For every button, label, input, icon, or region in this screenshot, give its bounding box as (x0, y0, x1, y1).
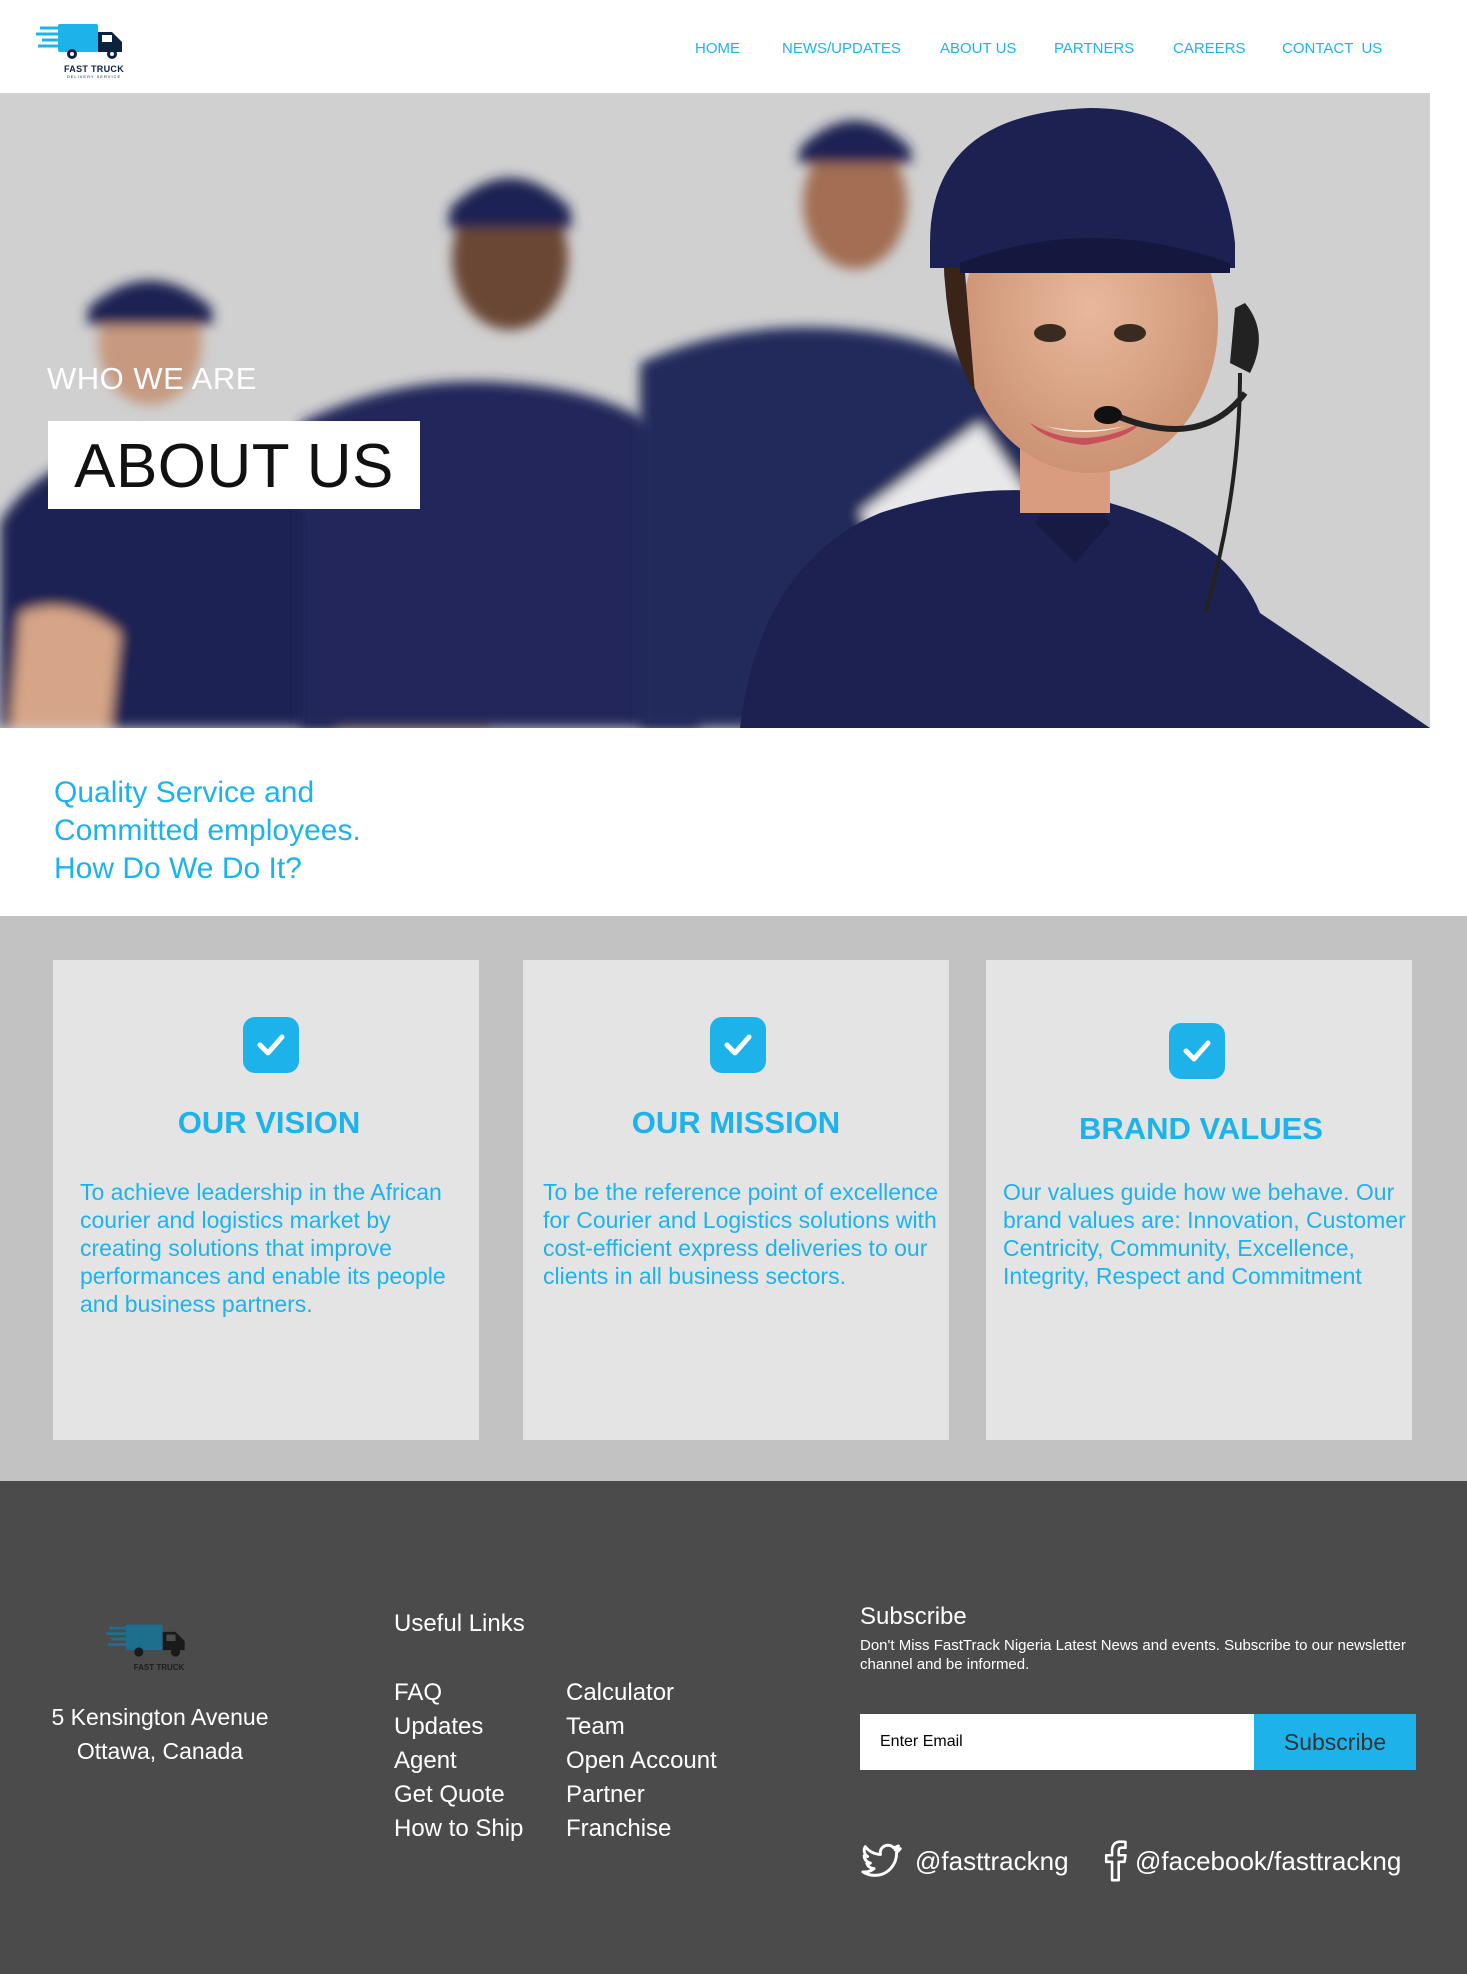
facebook-link[interactable]: @facebook/fasttrackng (1100, 1838, 1420, 1886)
intro-line-3: How Do We Do It? (54, 852, 302, 885)
hero-title-box: ABOUT US (48, 421, 420, 509)
intro-line-1: Quality Service and (54, 776, 315, 809)
brand-logo-subtext: DELIVERY SERVICE (66, 74, 122, 79)
footer-address-line-1: 5 Kensington Avenue (51, 1704, 269, 1730)
footer-link-how-to-ship[interactable]: How to Ship (394, 1815, 523, 1843)
footer-logo-text: FAST TRUCK (133, 1663, 185, 1672)
useful-links-title: Useful Links (394, 1610, 525, 1637)
site-header: FAST TRUCK DELIVERY SERVICE HOME NEWS/UP… (0, 0, 1467, 93)
nav-news-updates[interactable]: NEWS/UPDATES (782, 40, 901, 57)
nav-home[interactable]: HOME (695, 40, 740, 57)
subscribe-title: Subscribe (860, 1603, 967, 1630)
twitter-handle: @fasttrackng (915, 1846, 1069, 1876)
intro-section: Quality Service and Committed employees.… (0, 728, 1467, 916)
footer-logo[interactable]: FAST TRUCK (100, 1619, 218, 1679)
hero-title: ABOUT US (74, 432, 394, 501)
hero-eyebrow: WHO WE ARE (47, 361, 257, 396)
subscribe-button[interactable]: Subscribe (1254, 1714, 1416, 1770)
card-vision-title: OUR VISION (177, 1105, 361, 1140)
card-mission: OUR MISSION To be the reference point of… (523, 960, 949, 1440)
site-footer: FAST TRUCK 5 Kensington Avenue Ottawa, C… (0, 1481, 1467, 1974)
footer-link-get-quote[interactable]: Get Quote (394, 1781, 505, 1809)
card-brand-values-body: Our values guide how we behave. Our bran… (1003, 1179, 1406, 1289)
card-brand-values-title: BRAND VALUES (1079, 1111, 1323, 1146)
brand-logo-text: FAST TRUCK (64, 64, 124, 74)
nav-contact-us[interactable]: CONTACT US (1282, 40, 1382, 57)
card-vision-body: To achieve leadership in the African cou… (80, 1179, 446, 1317)
footer-link-franchise[interactable]: Franchise (566, 1815, 671, 1843)
footer-link-updates[interactable]: Updates (394, 1713, 483, 1741)
footer-link-calculator[interactable]: Calculator (566, 1679, 674, 1707)
nav-careers[interactable]: CAREERS (1173, 40, 1246, 57)
footer-link-agent[interactable]: Agent (394, 1747, 457, 1775)
email-input[interactable] (860, 1714, 1255, 1770)
truck-icon (105, 1624, 185, 1657)
footer-link-team[interactable]: Team (566, 1713, 625, 1741)
footer-address-line-2: Ottawa, Canada (76, 1738, 244, 1764)
checkmark-icon (1169, 1023, 1225, 1079)
nav-partners[interactable]: PARTNERS (1054, 40, 1134, 57)
twitter-link[interactable]: @fasttrackng (855, 1838, 1075, 1886)
facebook-icon (1104, 1840, 1127, 1882)
footer-link-faq[interactable]: FAQ (394, 1679, 442, 1707)
hero-banner: WHO WE ARE ABOUT US (0, 93, 1467, 728)
card-mission-body: To be the reference point of excellence … (543, 1179, 939, 1289)
brand-logo[interactable]: FAST TRUCK DELIVERY SERVICE (32, 18, 156, 80)
card-mission-title: OUR MISSION (631, 1105, 841, 1140)
subscribe-description: Don't Miss FastTrack Nigeria Latest News… (860, 1637, 1406, 1673)
card-vision: OUR VISION To achieve leadership in the … (53, 960, 479, 1440)
facebook-handle: @facebook/fasttrackng (1135, 1846, 1402, 1876)
truck-icon (36, 24, 122, 59)
checkmark-icon (710, 1017, 766, 1073)
hero-staff-photo (0, 93, 1467, 728)
checkmark-icon (243, 1017, 299, 1073)
card-brand-values: BRAND VALUES Our values guide how we beh… (986, 960, 1412, 1440)
intro-line-2: Committed employees. (54, 814, 361, 847)
values-cards: OUR VISION To achieve leadership in the … (0, 916, 1467, 1481)
footer-link-partner[interactable]: Partner (566, 1781, 645, 1809)
footer-link-open-account[interactable]: Open Account (566, 1747, 717, 1775)
nav-about-us[interactable]: ABOUT US (940, 40, 1016, 57)
twitter-icon (861, 1843, 902, 1877)
